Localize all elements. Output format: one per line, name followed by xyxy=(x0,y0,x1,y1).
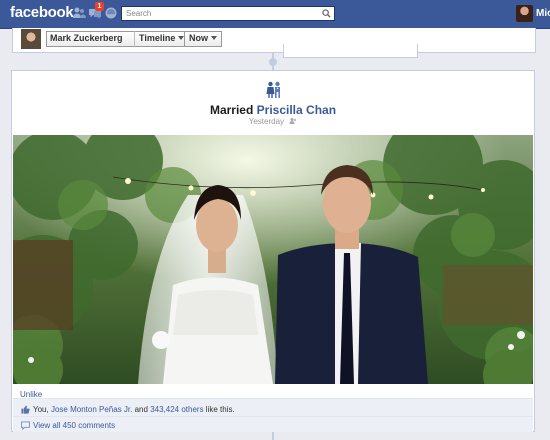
liker-name-link[interactable]: Jose Monton Peñas Jr. xyxy=(51,405,132,414)
search-icon[interactable] xyxy=(322,9,331,21)
view-comments-label: View all 450 comments xyxy=(33,421,116,430)
profile-name-button[interactable]: Mark Zuckerberg xyxy=(46,31,124,47)
footer-divider xyxy=(13,416,533,417)
profile-name-label: Mark Zuckerberg xyxy=(50,33,123,43)
profile-name-link[interactable]: Mich xyxy=(536,8,550,19)
timeline-label: Timeline xyxy=(139,33,176,43)
audience-icon[interactable] xyxy=(289,117,297,127)
likes-and: and xyxy=(134,405,148,414)
profile-avatar[interactable] xyxy=(516,5,533,22)
wedding-photo[interactable] xyxy=(13,135,533,384)
life-event-card: Married Priscilla Chan Yesterday Unlike … xyxy=(11,70,535,432)
top-bar: facebook 1 Mich xyxy=(0,0,550,29)
search-input[interactable] xyxy=(122,7,322,20)
life-event-type: Married xyxy=(209,103,254,117)
timeline-spine xyxy=(272,432,274,440)
likes-others-link[interactable]: 343,424 others xyxy=(150,405,203,414)
timeline-dropdown-button[interactable]: Timeline xyxy=(134,31,185,47)
profile-thumbnail[interactable] xyxy=(21,29,41,49)
like-thumb-icon xyxy=(21,405,30,416)
partner-name-link[interactable]: Priscilla Chan xyxy=(257,103,336,117)
timeline-spine-dot xyxy=(269,58,277,66)
view-comments-link[interactable]: View all 450 comments xyxy=(21,421,115,432)
now-dropdown-button[interactable]: Now xyxy=(184,31,221,47)
search-box[interactable] xyxy=(121,6,335,21)
likes-suffix: like this. xyxy=(205,405,235,414)
chevron-down-icon xyxy=(211,36,217,40)
notification-count-badge[interactable]: 1 xyxy=(95,2,104,11)
facebook-logo[interactable]: facebook xyxy=(10,4,74,21)
life-event-timestamp-row: Yesterday xyxy=(12,117,534,127)
life-event-timestamp[interactable]: Yesterday xyxy=(249,117,284,126)
ufi-footer: You, Jose Monton Peñas Jr. and 343,424 o… xyxy=(13,398,533,432)
likes-you: You, xyxy=(33,405,49,414)
friends-icon[interactable] xyxy=(72,6,86,23)
life-event-title: Married Priscilla Chan xyxy=(12,103,534,117)
timeline-nav-bar: Mark Zuckerberg Timeline Now xyxy=(12,28,536,53)
wedding-icon xyxy=(265,81,283,102)
notifications-icon[interactable] xyxy=(104,6,118,23)
comment-icon xyxy=(21,421,30,432)
previous-story-card-edge xyxy=(283,44,418,58)
now-label: Now xyxy=(189,33,208,43)
likes-summary: You, Jose Monton Peñas Jr. and 343,424 o… xyxy=(21,405,235,416)
